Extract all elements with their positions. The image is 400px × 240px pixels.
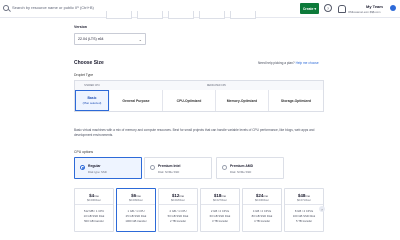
- radio-button[interactable]: [150, 165, 155, 170]
- plan-price: $12/mo: [159, 193, 197, 198]
- price-unit: /mo: [94, 194, 99, 198]
- plan-spec: 512 MB / 1 CPU: [83, 209, 105, 213]
- image-card-partial[interactable]: [137, 11, 163, 19]
- tab-general-purpose[interactable]: General Purpose: [110, 90, 163, 111]
- plan-spec: 60 GB SSD Disk: [209, 214, 231, 218]
- cpu-option-regular[interactable]: Regular Disk type: SSD: [74, 157, 142, 179]
- help-text: Need help picking a plan? Help me choose: [258, 61, 319, 65]
- divider: [201, 204, 239, 205]
- cpu-option-title: Premium Intel: [158, 164, 181, 168]
- droplet-type-label: Droplet Type: [74, 73, 94, 77]
- price-unit: /mo: [221, 194, 227, 198]
- chevron-down-icon: ⌄: [138, 37, 142, 42]
- search-input[interactable]: Search by resource name or public IP (Ct…: [12, 5, 94, 10]
- plan-card[interactable]: $4/mo $0.006/hour 512 MB / 1 CPU 10 GB S…: [74, 188, 114, 232]
- cpu-option-premium-amd[interactable]: Premium AMD Disk: NVMe SSD: [216, 157, 284, 179]
- plan-spec: 80 GB SSD Disk: [251, 214, 273, 218]
- plan-spec: 25 GB SSD Disk: [125, 214, 147, 218]
- image-card-partial[interactable]: [230, 11, 256, 19]
- bell-icon[interactable]: [337, 4, 346, 13]
- cpu-option-sub: Disk: NVMe SSD: [158, 170, 180, 174]
- plan-spec: 50 GB SSD Disk: [167, 214, 189, 218]
- version-label: Version: [74, 25, 87, 29]
- cpu-option-sub: Disk type: SSD: [88, 170, 107, 174]
- plan-card[interactable]: $48/mo $0.071/hour 8 GB / 4 CPUs 160 GB …: [284, 188, 324, 232]
- tab-basic-sub: (Plan selected): [82, 100, 102, 105]
- plan-spec: 1000 GB transfer: [125, 219, 147, 223]
- plan-spec: 1 GB / 1 CPU: [127, 209, 145, 213]
- plan-spec: 160 GB SSD Disk: [292, 214, 316, 218]
- plan-hourly: $0.036/hour: [255, 199, 269, 202]
- plan-price: $24/mo: [243, 193, 281, 198]
- plan-spec: 8 GB / 4 CPUs: [294, 209, 314, 213]
- help-me-choose-link[interactable]: Help me choose: [296, 61, 319, 65]
- plan-card[interactable]: $18/mo $0.027/hour 2 GB / 2 CPUs 60 GB S…: [200, 188, 240, 232]
- image-card-partial[interactable]: [106, 11, 132, 19]
- price-unit: /mo: [179, 194, 185, 198]
- cpu-option-title: Premium AMD: [230, 164, 254, 168]
- plan-price: $4/mo: [75, 193, 113, 198]
- dedicated-cpu-label: DEDICATED CPU: [206, 84, 227, 87]
- cpu-option-sub: Disk: NVMe SSD: [230, 170, 252, 174]
- search-icon[interactable]: [3, 5, 9, 11]
- cpu-option-premium-intel[interactable]: Premium Intel Disk: NVMe SSD: [144, 157, 212, 179]
- divider: [75, 204, 113, 205]
- plan-hourly: $0.027/hour: [213, 199, 227, 202]
- version-value: 22.04 (LTS) x64: [78, 37, 104, 41]
- plan-description: Basic virtual machines with a mix of mem…: [74, 128, 315, 137]
- plan-hourly: $0.009/hour: [129, 199, 143, 202]
- radio-button[interactable]: [80, 165, 85, 170]
- divider: [285, 204, 323, 205]
- section-title: Choose Size: [74, 60, 104, 66]
- plan-card[interactable]: $12/mo $0.018/hour 2 GB / 1 CPU 50 GB SS…: [158, 188, 198, 232]
- tab-label: Storage-Optimized: [280, 98, 312, 103]
- shared-cpu-label: SHARED CPU: [84, 84, 100, 87]
- price-unit: /mo: [263, 194, 269, 198]
- divider: [117, 204, 155, 205]
- tab-storage-optimized[interactable]: Storage-Optimized: [269, 90, 323, 111]
- plan-hourly: $0.018/hour: [171, 199, 185, 202]
- cpu-option-title: Regular: [88, 164, 101, 168]
- tab-label: Memory-Optimized: [226, 98, 258, 103]
- image-card-partial[interactable]: [168, 11, 194, 19]
- plan-spec: 2 GB / 1 CPU: [169, 209, 187, 213]
- radio-button[interactable]: [222, 165, 227, 170]
- help-icon[interactable]: ?: [324, 4, 332, 12]
- create-button[interactable]: Create ▾: [300, 3, 319, 14]
- plan-spec: 2 GB / 2 CPUs: [210, 209, 230, 213]
- tab-memory-optimized[interactable]: Memory-Optimized: [216, 90, 269, 111]
- tab-label: CPU-Optimized: [176, 98, 202, 103]
- plan-spec: 500 GB transfer: [84, 219, 104, 223]
- chevron-right-icon[interactable]: ›: [319, 206, 325, 212]
- plan-card[interactable]: $24/mo $0.036/hour 4 GB / 2 CPUs 80 GB S…: [242, 188, 282, 232]
- divider: [243, 204, 281, 205]
- cpu-options-label: CPU options: [74, 150, 94, 154]
- plan-hourly: $0.006/hour: [87, 199, 101, 202]
- team-name[interactable]: My Team: [366, 4, 383, 9]
- image-card-partial[interactable]: [199, 11, 225, 19]
- plan-spec: 2 TB transfer: [169, 219, 187, 223]
- avatar[interactable]: [390, 5, 396, 11]
- tab-label: General Purpose: [122, 98, 150, 103]
- plan-spec: 5 TB transfer: [295, 219, 313, 223]
- plan-hourly: $0.071/hour: [297, 199, 311, 202]
- chevron-down-icon: ▾: [314, 6, 317, 11]
- plan-spec: 3 TB transfer: [211, 219, 229, 223]
- price-unit: /mo: [305, 194, 311, 198]
- plan-spec: 4 TB transfer: [253, 219, 271, 223]
- create-button-label: Create: [302, 6, 314, 11]
- version-select[interactable]: 22.04 (LTS) x64 ⌄: [74, 33, 146, 45]
- price-unit: /mo: [136, 194, 141, 198]
- divider: [159, 204, 197, 205]
- plan-spec: 10 GB SSD Disk: [83, 214, 105, 218]
- plan-spec: 4 GB / 2 CPUs: [252, 209, 272, 213]
- team-email: OMkosamel.exm.$$$.com: [348, 10, 381, 14]
- help-prefix: Need help picking a plan?: [258, 61, 295, 65]
- plan-price: $18/mo: [201, 193, 239, 198]
- plan-price: $48/mo: [285, 193, 323, 198]
- plan-price: $6/mo: [117, 193, 155, 198]
- tab-basic[interactable]: Basic (Plan selected): [75, 90, 109, 111]
- tab-cpu-optimized[interactable]: CPU-Optimized: [163, 90, 216, 111]
- plan-card-selected[interactable]: $6/mo $0.009/hour 1 GB / 1 CPU 25 GB SSD…: [116, 188, 156, 232]
